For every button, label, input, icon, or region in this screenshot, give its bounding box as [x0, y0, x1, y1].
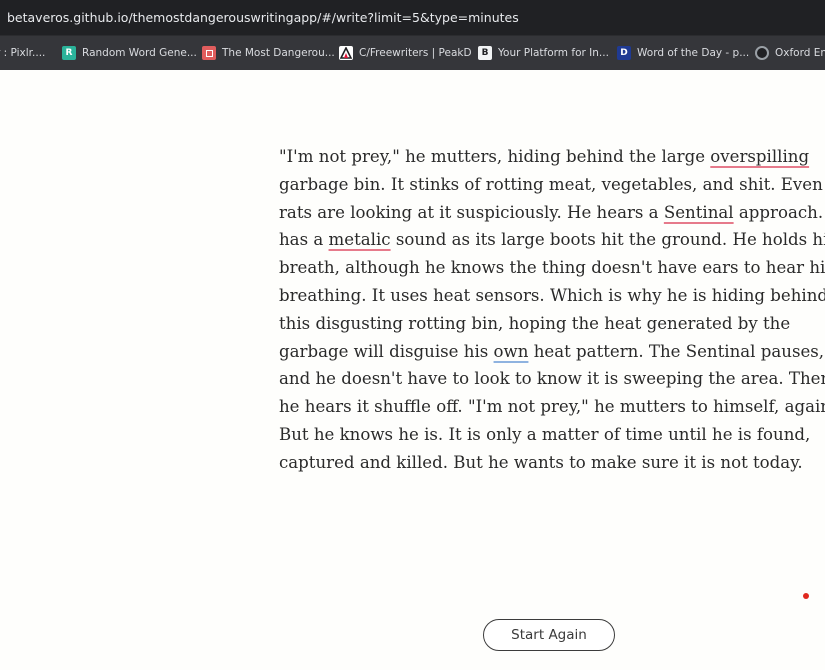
r-logo-icon: R — [62, 46, 76, 60]
text-segment: rats are looking at it suspiciously. He … — [279, 202, 664, 222]
bookmark-label: Your Platform for In... — [498, 47, 609, 59]
text-line: breath, although he knows the thing does… — [279, 254, 825, 282]
address-bar[interactable]: betaveros.github.io/themostdangerouswrit… — [0, 0, 825, 36]
bookmark-random-word[interactable]: R Random Word Gene... — [62, 36, 197, 70]
text-segment: But he knows he is. It is only a matter … — [279, 424, 811, 444]
bookmark-label: Oxford Eng — [775, 47, 825, 59]
bookmark-most-dangerous[interactable]: The Most Dangerou... — [202, 36, 335, 70]
text-segment: breathing. It uses heat sensors. Which i… — [279, 285, 825, 305]
bookmark-label: r : Pixlr.... — [0, 47, 46, 59]
text-segment: garbage will disguise his — [279, 341, 494, 361]
bookmark-word-of-day[interactable]: D Word of the Day - p... — [617, 36, 749, 70]
text-segment: this disgusting rotting bin, hoping the … — [279, 313, 791, 333]
o-logo-icon — [755, 46, 769, 60]
text-line: "I'm not prey," he mutters, hiding behin… — [279, 143, 825, 171]
text-segment: and he doesn't have to look to know it i… — [279, 369, 825, 389]
text-segment: approach. It — [738, 202, 825, 222]
peakd-icon — [339, 46, 353, 60]
misspelled-word: Sentinal — [663, 202, 734, 222]
text-segment: sound as its large boots hit the ground.… — [390, 230, 825, 250]
bookmark-label: C/Freewriters | PeakD — [359, 47, 472, 59]
bookmark-label: Word of the Day - p... — [637, 47, 750, 59]
b-logo-icon: B — [478, 46, 492, 60]
text-line: But he knows he is. It is only a matter … — [279, 421, 825, 449]
text-segment: heat pattern. The Sentinal pauses, — [528, 341, 825, 361]
red-square-icon — [202, 46, 216, 60]
text-line: he hears it shuffle off. "I'm not prey,"… — [279, 393, 825, 421]
start-again-button[interactable]: Start Again — [483, 619, 615, 651]
misspelled-word: overspilling — [710, 147, 810, 166]
bookmark-oxford[interactable]: Oxford Eng — [755, 36, 825, 70]
bookmark-platform[interactable]: B Your Platform for In... — [478, 36, 609, 70]
bookmark-freewriters[interactable]: C/Freewriters | PeakD — [339, 36, 472, 70]
text-segment: captured and killed. But he wants to mak… — [279, 452, 803, 472]
bookmark-label: Random Word Gene... — [82, 47, 197, 59]
text-line: has a metalic sound as its large boots h… — [279, 226, 825, 254]
writing-area[interactable]: "I'm not prey," he mutters, hiding behin… — [279, 143, 825, 477]
danger-indicator-dot — [803, 593, 809, 599]
bookmark-label: The Most Dangerou... — [222, 47, 335, 59]
text-line: garbage will disguise his own heat patte… — [279, 338, 825, 366]
text-segment: "I'm not prey," he mutters, hiding behin… — [279, 147, 711, 166]
text-segment: garbage bin. It stinks of rotting meat, … — [279, 174, 825, 194]
bookmark-pixlr[interactable]: r : Pixlr.... — [0, 36, 45, 70]
text-segment: breath, although he knows the thing does… — [279, 258, 825, 278]
text-line: captured and killed. But he wants to mak… — [279, 449, 825, 477]
text-line: and he doesn't have to look to know it i… — [279, 365, 825, 393]
flagged-word: own — [493, 341, 529, 361]
text-line: rats are looking at it suspiciously. He … — [279, 199, 825, 227]
bookmarks-bar: r : Pixlr.... R Random Word Gene... The … — [0, 36, 825, 70]
url-text: betaveros.github.io/themostdangerouswrit… — [7, 10, 519, 25]
text-line: breathing. It uses heat sensors. Which i… — [279, 282, 825, 310]
text-segment: has a — [279, 230, 329, 250]
d-logo-icon: D — [617, 46, 631, 60]
text-line: this disgusting rotting bin, hoping the … — [279, 310, 825, 338]
text-segment: he hears it shuffle off. "I'm not prey,"… — [279, 397, 825, 417]
misspelled-word: metalic — [328, 230, 391, 250]
text-line: garbage bin. It stinks of rotting meat, … — [279, 171, 825, 199]
